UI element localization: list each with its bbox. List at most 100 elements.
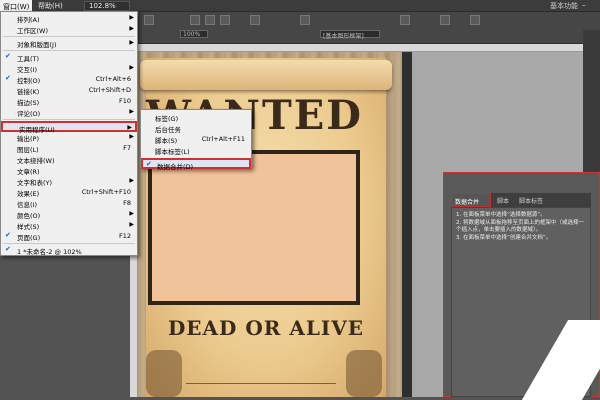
menu-item[interactable]: 信息(I) F8 (1, 198, 137, 209)
menu-separator (3, 50, 135, 51)
ornament-left-icon (146, 350, 182, 397)
menu-item[interactable]: 链接(K) Ctrl+Shift+D (1, 85, 137, 96)
menu-item-label: 信息(I) (17, 201, 37, 209)
utilities-submenu: 标签(G) 后台任务 脚本(S) Ctrl+Alt+F11 脚本标签(L) ✔ 数据合并(D… (140, 109, 252, 171)
ornament-right-icon (346, 350, 382, 397)
menu-item-label: 样式(S) (17, 223, 40, 231)
submenu-arrow-icon: ▶ (129, 25, 134, 32)
grid-icon[interactable] (400, 15, 410, 25)
submenu-item[interactable]: 标签(G) (141, 112, 251, 123)
submenu-arrow-icon: ▶ (129, 14, 134, 21)
minimize-button[interactable]: – (582, 1, 586, 9)
photo-frame[interactable] (148, 150, 360, 305)
menu-item[interactable]: 文本绕排(W) (1, 154, 137, 165)
checkmark-icon: ✔ (5, 231, 11, 239)
zoom-dropdown[interactable]: 102.8% (84, 1, 130, 11)
tab-scripts[interactable]: 脚本 (497, 196, 509, 205)
submenu-item[interactable]: 脚本标签(L) (141, 145, 251, 156)
menu-item[interactable]: 评论(O) ▶ (1, 107, 137, 118)
checkmark-icon: ✔ (5, 52, 11, 60)
menu-item[interactable]: 图层(L) F7 (1, 143, 137, 154)
submenu-arrow-icon: ▶ (129, 39, 134, 46)
submenu-item-label: 标签(G) (155, 115, 179, 123)
submenu-item-label: 后台任务 (155, 126, 181, 134)
checkmark-icon: ✔ (5, 245, 11, 253)
submenu-arrow-icon: ▶ (127, 124, 132, 131)
tab-script-label[interactable]: 脚本标签 (519, 196, 543, 205)
menu-item-label: 页面(G) (17, 234, 41, 242)
submenu-arrow-icon: ▶ (129, 64, 134, 71)
page-icon[interactable] (300, 15, 310, 25)
menu-item-label: 1 *未命名-2 @ 102% (17, 248, 82, 256)
fx-icon[interactable] (220, 15, 230, 25)
help-menu[interactable]: 帮助(H) (38, 1, 63, 11)
instruction-step: 2. 将数据域从面板拖移至页面上的框架中（或选择一个插入点，单击要插入的数据域）… (456, 220, 584, 233)
submenu-arrow-icon: ▶ (129, 108, 134, 115)
checkmark-icon: ✔ (146, 160, 152, 168)
submenu-arrow-icon: ▶ (129, 177, 134, 184)
menu-item[interactable]: 描边(S) F10 (1, 96, 137, 107)
menu-item-label: 文本绕排(W) (17, 157, 55, 165)
menu-item[interactable]: 排列(A) ▶ (1, 13, 137, 24)
menu-item[interactable]: 对象和版面(J) ▶ (1, 38, 137, 49)
zoom-value: 102.8% (89, 2, 116, 10)
menu-item[interactable]: 效果(E) Ctrl+Shift+F10 (1, 187, 137, 198)
menu-item-shortcut: Ctrl+Shift+D (88, 86, 131, 94)
view-icon[interactable] (440, 15, 450, 25)
submenu-item-data-merge[interactable]: ✔ 数据合并(D) (141, 158, 251, 171)
menu-item-label: 排列(A) (17, 16, 40, 24)
submenu-arrow-icon: ▶ (129, 210, 134, 217)
menu-item-shortcut: F7 (123, 144, 131, 152)
menu-item-label: 描边(S) (17, 99, 40, 107)
submenu-item[interactable]: 后台任务 (141, 123, 251, 134)
checkmark-icon: ✔ (5, 74, 11, 82)
frame-fit-icon[interactable] (250, 15, 260, 25)
menu-item[interactable]: 输出(P) ▶ (1, 132, 137, 143)
wrap-icon[interactable] (205, 15, 215, 25)
menu-item[interactable]: 颜色(O) ▶ (1, 209, 137, 220)
menu-item-label: 颜色(O) (17, 212, 41, 220)
menu-item[interactable]: ✔ 控制(O) Ctrl+Alt+6 (1, 74, 137, 85)
menu-item-label: 工作区(W) (17, 27, 48, 35)
menu-item[interactable]: 文章(R) (1, 165, 137, 176)
screen-mode-icon[interactable] (470, 15, 480, 25)
submenu-item[interactable]: 脚本(S) Ctrl+Alt+F11 (141, 134, 251, 145)
align-icon[interactable] (190, 15, 200, 25)
menu-item-shortcut: F10 (118, 97, 131, 105)
instruction-step: 3. 在面板菜单中选择“创建合并文档”。 (456, 235, 552, 241)
menu-item[interactable]: ✔ 工具(T) (1, 52, 137, 63)
submenu-arrow-icon: ▶ (129, 133, 134, 140)
menu-item-label: 图层(L) (17, 146, 39, 154)
submenu-item-label: 数据合并(D) (157, 163, 194, 171)
menu-item-label: 工具(T) (17, 55, 40, 63)
menu-item-shortcut: F12 (118, 232, 131, 240)
window-dropdown-menu: 排列(A) ▶ 工作区(W) ▶ 对象和版面(J) ▶ ✔ 工具(T) 交互(I) ▶ ✔ 控制(O)… (0, 11, 138, 256)
menu-item-label: 交互(I) (17, 66, 37, 74)
signature-line (186, 383, 336, 384)
menu-item-label: 评论(O) (17, 110, 41, 118)
tab-data-merge[interactable]: 数据合并 (451, 193, 491, 207)
opacity-field[interactable]: 100% (180, 30, 208, 38)
instruction-step: 1. 在面板菜单中选择“选择数据源”。 (456, 212, 546, 218)
menu-item[interactable]: 文字和表(Y) ▶ (1, 176, 137, 187)
menu-item[interactable]: ✔ 页面(G) F12 (1, 231, 137, 242)
menu-item[interactable]: 工作区(W) ▶ (1, 24, 137, 35)
object-style-field[interactable]: [基本图形框架] (320, 30, 380, 40)
menu-item-label: 效果(E) (17, 190, 40, 198)
menu-item[interactable]: ✔ 1 *未命名-2 @ 102% (1, 245, 137, 256)
menu-item-utilities[interactable]: 实用程序(U) ▶ (1, 121, 137, 134)
menu-item-shortcut: Ctrl+Shift+F10 (81, 188, 131, 196)
menu-separator (3, 119, 135, 120)
submenu-item-shortcut: Ctrl+Alt+F11 (201, 135, 245, 143)
menu-item-label: 对象和版面(J) (17, 41, 57, 49)
workspace-switcher[interactable]: 基本功能 (550, 1, 578, 11)
panel-tabs: 数据合并 脚本 脚本标签 (451, 193, 591, 207)
menu-item-label: 文字和表(Y) (17, 179, 53, 187)
stroke-color-icon[interactable] (144, 15, 154, 25)
menu-item[interactable]: 交互(I) ▶ (1, 63, 137, 74)
menu-item-shortcut: Ctrl+Alt+6 (95, 75, 131, 83)
submenu-item-label: 脚本标签(L) (155, 148, 190, 156)
menu-item-shortcut: F8 (123, 199, 131, 207)
menu-item[interactable]: 样式(S) ▶ (1, 220, 137, 231)
poster-subline: DEAD OR ALIVE (167, 316, 365, 340)
